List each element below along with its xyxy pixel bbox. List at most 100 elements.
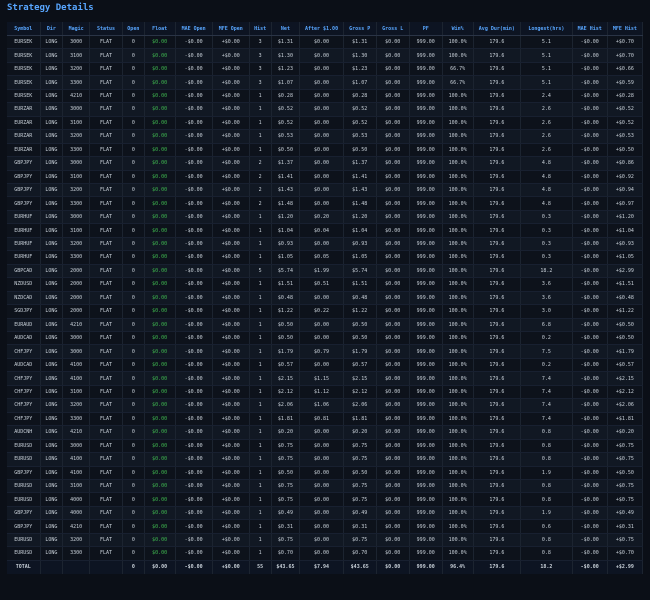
table-row[interactable]: EURHUF LONG 3300 FLAT 0 $0.00 -$0.00 +$0.00 1 $1.… <box>7 250 644 265</box>
table-cell: 999.00 <box>409 210 443 225</box>
column-header[interactable]: Open <box>122 22 145 36</box>
table-cell: +$0.00 <box>212 479 250 494</box>
table-cell: LONG <box>40 318 64 332</box>
table-cell: 100.0% <box>442 519 474 534</box>
table-row[interactable]: EURSEK LONG 3000 FLAT 0 $0.00 -$0.00 +$0.00 3 $1.… <box>7 35 644 50</box>
table-row[interactable]: EURUSD LONG 4000 FLAT 0 $0.00 -$0.00 +$0.00 1 $0.… <box>7 492 644 507</box>
table-row[interactable]: CHFJPY LONG 4100 FLAT 0 $0.00 -$0.00 +$0.00 1 $2.… <box>7 371 644 386</box>
table-cell: LONG <box>40 48 64 63</box>
table-cell: LONG <box>40 264 64 279</box>
table-row[interactable]: AUDCAD LONG 4100 FLAT 0 $0.00 -$0.00 +$0.00 1 $0.… <box>7 358 644 373</box>
table-row[interactable]: EURHUF LONG 3000 FLAT 0 $0.00 -$0.00 +$0.00 1 $1.… <box>7 210 644 225</box>
table-cell: 100.0% <box>442 156 474 171</box>
table-cell: +$0.00 <box>212 452 250 467</box>
table-row[interactable]: EURUSD LONG 3000 FLAT 0 $0.00 -$0.00 +$0.00 1 $0.… <box>7 439 644 454</box>
column-header[interactable]: Gross P <box>343 22 377 36</box>
table-row[interactable]: EURZAR LONG 3300 FLAT 0 $0.00 -$0.00 +$0.00 1 $0.… <box>7 143 644 158</box>
table-cell: $0.53 <box>271 129 301 144</box>
table-cell: 1 <box>249 102 272 117</box>
column-header[interactable]: Gross L <box>376 22 410 36</box>
table-cell: 0.3 <box>520 223 573 238</box>
table-row[interactable]: GBPJPY LONG 4210 FLAT 0 $0.00 -$0.00 +$0.00 1 $0.… <box>7 519 644 534</box>
column-header[interactable]: Win% <box>442 22 474 36</box>
table-cell: $1.23 <box>271 62 301 77</box>
table-cell: $1.31 <box>271 35 301 50</box>
table-cell: 179.6 <box>473 385 522 400</box>
table-row[interactable]: EURAUD LONG 4210 FLAT 0 $0.00 -$0.00 +$0.00 1 $0.… <box>7 318 644 332</box>
column-header[interactable]: MAE Hist <box>572 22 608 36</box>
table-row[interactable]: CHFJPY LONG 3200 FLAT 0 $0.00 -$0.00 +$0.00 1 $2.… <box>7 398 644 413</box>
table-cell: $0.50 <box>271 466 301 480</box>
total-cell: -$0.00 <box>175 559 213 574</box>
column-header[interactable]: Float <box>144 22 176 36</box>
table-row[interactable]: EURZAR LONG 3000 FLAT 0 $0.00 -$0.00 +$0.00 1 $0.… <box>7 102 644 117</box>
column-header[interactable]: Longest(hrs) <box>520 22 573 36</box>
table-cell: $0.00 <box>376 116 410 131</box>
table-cell: $0.81 <box>299 412 344 427</box>
table-row[interactable]: EURUSD LONG 3100 FLAT 0 $0.00 -$0.00 +$0.00 1 $0.… <box>7 479 644 494</box>
table-cell: $0.00 <box>299 102 344 117</box>
table-row[interactable]: EURUSD LONG 3200 FLAT 0 $0.00 -$0.00 +$0.00 1 $0.… <box>7 533 644 548</box>
table-cell: $0.52 <box>343 102 377 117</box>
table-row[interactable]: CHFJPY LONG 3300 FLAT 0 $0.00 -$0.00 +$0.00 1 $1.… <box>7 412 644 427</box>
table-cell: $1.99 <box>299 264 344 279</box>
column-header[interactable]: Status <box>89 22 123 36</box>
table-cell: 179.6 <box>473 156 522 171</box>
table-cell: +$0.00 <box>212 533 250 548</box>
column-header[interactable]: Avg Dur(min) <box>473 22 522 36</box>
table-cell: 3000 <box>62 344 90 359</box>
table-row[interactable]: NZDCAD LONG 2000 FLAT 0 $0.00 -$0.00 +$0.00 1 $0.… <box>7 291 644 306</box>
table-row[interactable]: GBPJPY LONG 4000 FLAT 0 $0.00 -$0.00 +$0.00 1 $0.… <box>7 506 644 521</box>
table-row[interactable]: EURUSD LONG 3300 FLAT 0 $0.00 -$0.00 +$0.00 1 $0.… <box>7 546 644 561</box>
table-cell: FLAT <box>89 344 123 359</box>
table-row[interactable]: NZDUSD LONG 2000 FLAT 0 $0.00 -$0.00 +$0.00 1 $1.… <box>7 277 644 292</box>
table-cell: 999.00 <box>409 371 443 386</box>
table-row[interactable]: AUDCNH LONG 4210 FLAT 0 $0.00 -$0.00 +$0.00 1 $0.… <box>7 425 644 440</box>
table-row[interactable]: GBPJPY LONG 3000 FLAT 0 $0.00 -$0.00 +$0.00 2 $1.… <box>7 156 644 171</box>
table-cell: 3 <box>249 35 272 50</box>
column-header[interactable]: Net <box>271 22 301 36</box>
table-cell: LONG <box>40 196 64 211</box>
column-header[interactable]: Hist <box>249 22 272 36</box>
column-header[interactable]: Magic <box>62 22 90 36</box>
table-row[interactable]: GBPJPY LONG 3300 FLAT 0 $0.00 -$0.00 +$0.00 2 $1.… <box>7 196 644 211</box>
table-row[interactable]: EURSEK LONG 3100 FLAT 0 $0.00 -$0.00 +$0.00 3 $1.… <box>7 48 644 63</box>
table-row[interactable]: EURZAR LONG 3200 FLAT 0 $0.00 -$0.00 +$0.00 1 $0.… <box>7 129 644 144</box>
table-row[interactable]: GBPJPY LONG 4100 FLAT 0 $0.00 -$0.00 +$0.00 1 $0.… <box>7 466 644 480</box>
table-cell: 100.0% <box>442 385 474 400</box>
column-header[interactable]: PF <box>409 22 443 36</box>
table-row[interactable]: SGDJPY LONG 2000 FLAT 0 $0.00 -$0.00 +$0.00 1 $1.… <box>7 304 644 319</box>
column-header[interactable]: After $1.00 <box>299 22 344 36</box>
table-row[interactable]: EURZAR LONG 3100 FLAT 0 $0.00 -$0.00 +$0.00 1 $0.… <box>7 116 644 131</box>
table-row[interactable]: CHFJPY LONG 3000 FLAT 0 $0.00 -$0.00 +$0.00 1 $1.… <box>7 344 644 359</box>
table-row[interactable]: EURSEK LONG 4210 FLAT 0 $0.00 -$0.00 +$0.00 1 $0.… <box>7 89 644 104</box>
table-cell: $0.00 <box>299 156 344 171</box>
table-row[interactable]: GBPJPY LONG 3100 FLAT 0 $0.00 -$0.00 +$0.00 2 $1.… <box>7 170 644 185</box>
column-header[interactable]: MAE Open <box>175 22 213 36</box>
column-header[interactable]: MFE Open <box>212 22 250 36</box>
table-row[interactable]: GBPJPY LONG 3200 FLAT 0 $0.00 -$0.00 +$0.00 2 $1.… <box>7 183 644 198</box>
table-row[interactable]: EURSEK LONG 3200 FLAT 0 $0.00 -$0.00 +$0.00 3 $1.… <box>7 62 644 77</box>
table-row[interactable]: GBPCAD LONG 2000 FLAT 0 $0.00 -$0.00 +$0.00 5 $5.… <box>7 264 644 279</box>
table-cell: $0.00 <box>144 250 176 265</box>
table-cell: +$0.00 <box>212 466 250 480</box>
table-row[interactable]: EURHUF LONG 3100 FLAT 0 $0.00 -$0.00 +$0.00 1 $1.… <box>7 223 644 238</box>
table-cell: -$0.00 <box>572 439 608 454</box>
table-row[interactable]: EURHUF LONG 3200 FLAT 0 $0.00 -$0.00 +$0.00 1 $0.… <box>7 237 644 252</box>
table-cell: 3300 <box>62 143 90 158</box>
table-row[interactable]: CHFJPY LONG 3100 FLAT 0 $0.00 -$0.00 +$0.00 1 $2.… <box>7 385 644 400</box>
table-cell: -$0.00 <box>175 371 213 386</box>
table-cell: -$0.00 <box>572 425 608 440</box>
table-row[interactable]: AUDCAD LONG 3000 FLAT 0 $0.00 -$0.00 +$0.00 1 $0.… <box>7 331 644 346</box>
table-cell: 3000 <box>62 35 90 50</box>
table-cell: EURZAR <box>7 102 41 117</box>
table-cell: 999.00 <box>409 318 443 332</box>
column-header[interactable]: Symbol <box>7 22 41 36</box>
table-cell: 179.6 <box>473 250 522 265</box>
column-header[interactable]: Dir <box>40 22 64 36</box>
table-row[interactable]: EURSEK LONG 3300 FLAT 0 $0.00 -$0.00 +$0.00 3 $1.… <box>7 75 644 90</box>
table-row[interactable]: EURUSD LONG 4100 FLAT 0 $0.00 -$0.00 +$0.00 1 $0.… <box>7 452 644 467</box>
table-cell: 3300 <box>62 546 90 561</box>
table-cell: GBPJPY <box>7 519 41 534</box>
column-header[interactable]: MFE Hist <box>607 22 644 36</box>
